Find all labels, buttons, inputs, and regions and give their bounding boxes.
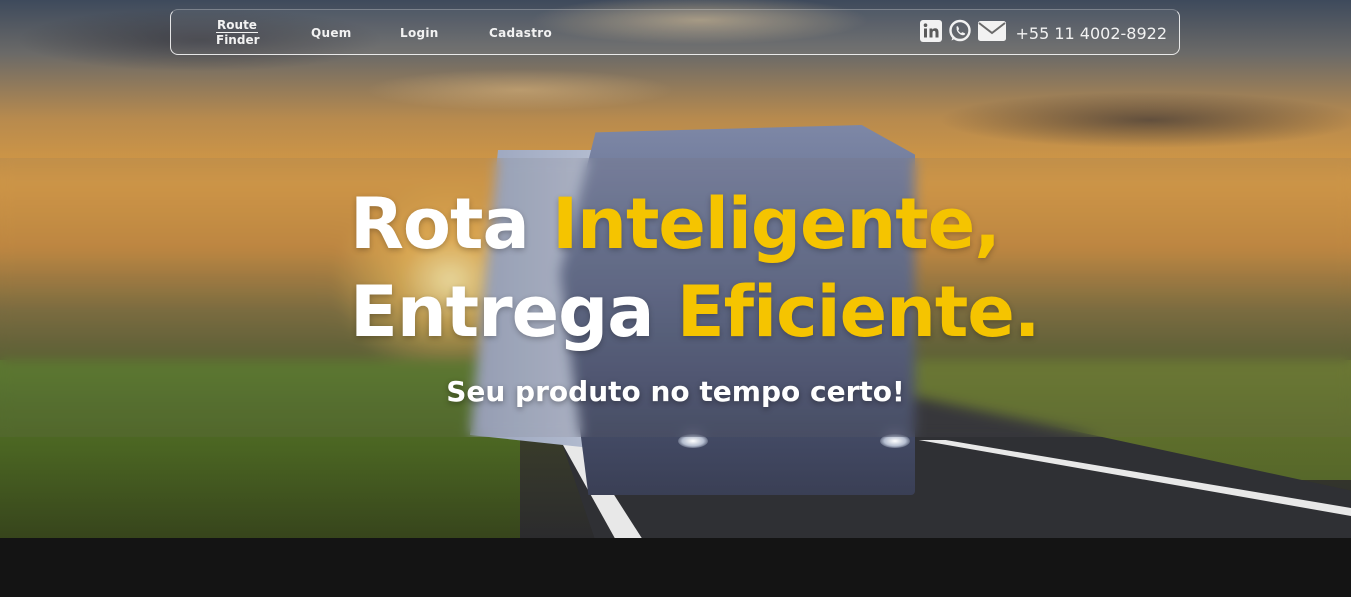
- navbar: Route Finder Quem Login Cadastro +55 11 …: [170, 9, 1180, 55]
- phone-number[interactable]: +55 11 4002-8922: [1015, 24, 1167, 43]
- brand-line-1: Route: [216, 18, 258, 33]
- hero-subtitle: Seu produto no tempo certo!: [446, 375, 905, 408]
- envelope-icon[interactable]: [977, 19, 1007, 47]
- hero-section: Route Finder Quem Login Cadastro +55 11 …: [0, 0, 1351, 538]
- nav-link-cadastro[interactable]: Cadastro: [489, 26, 552, 40]
- headline-word-inteligente: Inteligente,: [552, 183, 1001, 265]
- hero-subtitle-wrap: Seu produto no tempo certo!: [0, 375, 1351, 408]
- linkedin-icon[interactable]: [919, 19, 943, 47]
- brand-line-2: Finder: [216, 33, 260, 47]
- brand-logo-link[interactable]: Route Finder: [216, 18, 260, 47]
- page-bottom-section: [0, 538, 1351, 597]
- headline-word-entrega: Entrega: [350, 271, 654, 353]
- whatsapp-icon[interactable]: [947, 18, 973, 48]
- nav-link-login[interactable]: Login: [400, 26, 439, 40]
- contact-icons: +55 11 4002-8922: [919, 18, 1167, 48]
- nav-link-quem[interactable]: Quem: [311, 26, 352, 40]
- headline-word-rota: Rota: [350, 183, 530, 265]
- hero-headline: Rota Inteligente, Entrega Eficiente.: [350, 180, 1070, 356]
- headline-word-eficiente: Eficiente.: [676, 271, 1041, 353]
